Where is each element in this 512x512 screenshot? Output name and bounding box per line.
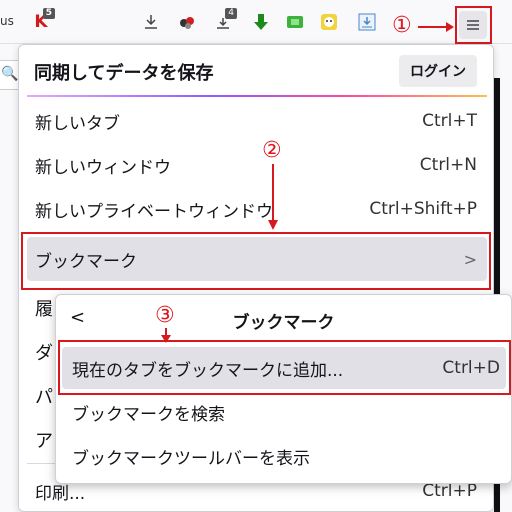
colored-balls-icon[interactable] [176,11,198,33]
badge-count: 4 [225,8,237,19]
menu-item-addons-fragment[interactable]: ア [35,427,53,453]
menu-item-shortcut: Ctrl+D [442,358,500,378]
menu-item-bookmarks[interactable]: ブックマーク > [27,237,487,281]
annotation-step-2: ② [262,138,282,163]
yellow-face-icon[interactable] [318,11,340,33]
panel-header: 同期してデータを保存 ログイン [19,45,493,95]
toolbar-text: us [0,14,14,28]
login-button[interactable]: ログイン [399,55,477,87]
gradient-divider [27,95,487,97]
annotation-step-1: ① [392,13,412,38]
menu-item-downloads-fragment[interactable]: ダ [35,339,53,365]
bookmarks-submenu: < ブックマーク 現在のタブをブックマークに追加... Ctrl+D ブックマー… [55,294,512,484]
menu-item-search-bookmarks[interactable]: ブックマークを検索 [62,391,506,433]
k-extension-icon[interactable]: K 5 [30,8,55,33]
menu-item-label: 現在のタブをブックマークに追加... [72,360,344,381]
search-icon: 🔍 [1,66,19,82]
sync-title: 同期してデータを保存 [34,63,214,84]
menu-item-label: 新しいタブ [35,113,120,134]
download-icon[interactable] [140,11,162,33]
menu-item-label: 新しいウィンドウ [35,157,171,178]
save-page-icon[interactable] [356,11,378,33]
menu-item-new-tab[interactable]: 新しいタブ Ctrl+T [27,99,487,143]
annotation-arrow-3 [161,328,171,343]
menu-item-bookmark-current-tab[interactable]: 現在のタブをブックマークに追加... Ctrl+D [62,347,506,389]
download-count-icon[interactable]: 4 [212,8,237,33]
menu-item-label: ブックマークツールバーを表示 [72,448,310,469]
menu-item-history-fragment[interactable]: 履 [35,295,53,321]
menu-item-label: ブックマークを検索 [72,404,225,425]
green-arrow-icon[interactable] [250,11,272,33]
hamburger-icon[interactable] [459,11,487,39]
menu-item-shortcut: Ctrl+Shift+P [369,199,477,219]
menu-item-show-bookmarks-toolbar[interactable]: ブックマークツールバーを表示 [62,435,506,477]
green-extension-icon[interactable] [284,11,306,33]
menu-item-label: ブックマーク [35,251,137,272]
annotation-arrow-1 [418,22,454,32]
menu-item-new-window[interactable]: 新しいウィンドウ Ctrl+N [27,143,487,187]
menu-item-shortcut: Ctrl+T [422,111,477,131]
menu-item-new-private-window[interactable]: 新しいプライベートウィンドウ Ctrl+Shift+P [27,187,487,231]
menu-item-shortcut: Ctrl+N [419,155,477,175]
menu-item-label: 新しいプライベートウィンドウ [35,201,273,222]
menu-item-shortcut: Ctrl+P [422,481,477,501]
annotation-step-3: ③ [155,303,175,328]
submenu-title: ブックマーク [232,313,335,333]
chevron-right-icon: > [463,249,477,269]
menu-item-passwords-fragment[interactable]: パ [35,383,53,409]
annotation-arrow-2 [268,164,278,230]
badge-count: 5 [42,8,55,19]
